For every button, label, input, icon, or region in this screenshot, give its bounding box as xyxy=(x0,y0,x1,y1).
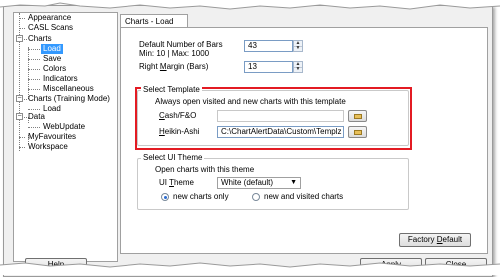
tree-item-charts-training[interactable]: Charts (Training Mode) xyxy=(26,94,112,104)
expander-data[interactable]: − xyxy=(16,113,23,120)
factory-default-button[interactable]: Factory Default xyxy=(399,233,471,247)
tree-item-indicators[interactable]: Indicators xyxy=(41,74,80,84)
tree-item-label: Appearance xyxy=(28,13,72,22)
radio-new-and-visited[interactable] xyxy=(252,193,260,201)
tree-item-label: WebUpdate xyxy=(43,122,86,131)
tree-item-miscellaneous[interactable]: Miscellaneous xyxy=(41,84,96,94)
theme-select-value: White (default) xyxy=(221,178,274,187)
tree-item-label: MyFavourites xyxy=(28,132,77,141)
margin-label-prefix: Right xyxy=(139,62,160,71)
tree-item-label: Load xyxy=(43,44,61,53)
tree-item-workspace[interactable]: Workspace xyxy=(26,142,70,152)
select-template-title: Select Template xyxy=(141,85,202,95)
radio-new-charts-only[interactable] xyxy=(161,193,169,201)
bars-spinner[interactable]: ▲ ▼ xyxy=(293,40,303,52)
cash-label: Cash/F&O xyxy=(159,111,196,121)
tree-item-label: Save xyxy=(43,54,62,63)
heikin-label: Heikin-Ashi xyxy=(159,127,199,137)
radio-new-charts-only-label[interactable]: new charts only xyxy=(173,192,229,202)
margin-label: Right Margin (Bars) xyxy=(139,62,208,72)
factory-label-suffix: efault xyxy=(442,235,463,244)
cash-template-input[interactable] xyxy=(217,110,344,122)
tree-item-label: Workspace xyxy=(28,142,68,151)
tree-item-label: Miscellaneous xyxy=(43,84,94,93)
heikin-label-rest: eikin-Ashi xyxy=(164,127,200,136)
theme-description: Open charts with this theme xyxy=(155,165,255,174)
folder-icon xyxy=(354,130,362,135)
margin-label-access-key: M xyxy=(159,62,167,71)
tab-charts-load[interactable]: Charts - Load xyxy=(120,14,188,28)
tree-item-label: Charts xyxy=(28,34,52,43)
bars-input[interactable]: 43 xyxy=(244,40,293,52)
tree-item-load[interactable]: Load xyxy=(41,44,63,54)
tree-item-label: Charts (Training Mode) xyxy=(28,94,110,103)
ui-theme-title: Select UI Theme xyxy=(141,153,205,163)
tree-item-label: Data xyxy=(28,112,45,121)
factory-label-prefix: Factory xyxy=(407,235,437,244)
heikin-browse-button[interactable] xyxy=(348,126,367,138)
theme-label-suffix: heme xyxy=(173,178,194,187)
expander-training[interactable]: − xyxy=(16,95,23,102)
tree-item-myfavourites[interactable]: MyFavourites xyxy=(26,132,78,142)
chevron-down-icon[interactable]: ▼ xyxy=(290,178,297,188)
tree-item-appearance[interactable]: Appearance xyxy=(26,13,73,23)
tree-item-colors[interactable]: Colors xyxy=(41,64,68,74)
heikin-template-input[interactable]: C:\ChartAlertData\Custom\Templz xyxy=(217,126,344,138)
theme-select[interactable]: White (default) ▼ xyxy=(217,177,301,189)
radio-new-and-visited-label[interactable]: new and visited charts xyxy=(264,192,343,202)
bars-range-label: Min: 10 | Max: 1000 xyxy=(139,49,210,58)
tree-item-save[interactable]: Save xyxy=(41,54,63,64)
torn-edge-bottom xyxy=(0,262,500,275)
margin-spinner[interactable]: ▲ ▼ xyxy=(293,61,303,73)
theme-label-prefix: UI xyxy=(159,178,170,187)
spin-down-icon[interactable]: ▼ xyxy=(294,46,302,51)
theme-label: UI Theme xyxy=(159,178,194,188)
margin-label-suffix: argin (Bars) xyxy=(166,62,209,71)
tree-item-webupdate[interactable]: WebUpdate xyxy=(41,122,87,132)
template-description: Always open visited and new charts with … xyxy=(155,97,346,106)
tree-item-label: CASL Scans xyxy=(28,23,74,32)
tree-item-label: Indicators xyxy=(43,74,78,83)
tree-item-casl-scans[interactable]: CASL Scans xyxy=(26,23,75,33)
tree-item-data[interactable]: Data xyxy=(26,112,47,122)
folder-icon xyxy=(354,114,362,119)
spin-down-icon[interactable]: ▼ xyxy=(294,67,302,72)
tree-item-charts[interactable]: Charts xyxy=(26,34,54,44)
cash-browse-button[interactable] xyxy=(348,110,367,122)
settings-tree[interactable]: − − − Appearance CASL Scans Charts Load … xyxy=(13,12,118,262)
margin-input[interactable]: 13 xyxy=(244,61,293,73)
expander-charts[interactable]: − xyxy=(16,35,23,42)
tab-label: Charts - Load xyxy=(125,17,174,26)
cash-label-rest: ash/F&O xyxy=(164,111,197,120)
tree-item-label: Colors xyxy=(43,64,67,73)
